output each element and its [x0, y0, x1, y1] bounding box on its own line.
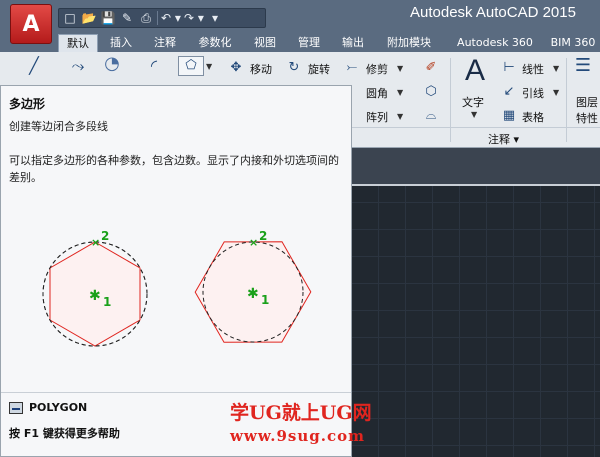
point-label-2-right: 2	[259, 229, 267, 243]
tab-output[interactable]: 输出	[334, 34, 372, 52]
text-label[interactable]: 文字	[462, 94, 484, 110]
center-marker: ✱	[247, 286, 259, 302]
linear-dimension-icon[interactable]: ⊢	[500, 60, 518, 76]
polyline-icon[interactable]: ⤳	[66, 58, 90, 74]
move-icon[interactable]: ✥	[228, 60, 244, 76]
quick-access-toolbar: □ 📂 💾 ✎ ⎙ ↶ ▾ ↷ ▾ ▾	[58, 8, 266, 28]
layer-properties-label-line2[interactable]: 特性	[576, 110, 598, 126]
linear-dropdown-icon[interactable]: ▼	[553, 64, 559, 73]
table-label[interactable]: 表格	[522, 109, 544, 125]
tab-bim-360[interactable]: BIM 360	[546, 34, 600, 52]
rotate-icon[interactable]: ↻	[286, 60, 302, 76]
tab-autodesk-360[interactable]: Autodesk 360	[450, 34, 540, 52]
tooltip-divider	[1, 392, 351, 393]
erase-icon[interactable]: ✐	[422, 60, 440, 76]
new-icon[interactable]: □	[62, 10, 78, 26]
linear-label[interactable]: 线性	[522, 61, 544, 77]
text-dropdown-icon[interactable]: ▼	[471, 110, 477, 119]
tooltip-command-name: POLYGON	[29, 401, 88, 414]
save-icon[interactable]: 💾	[100, 10, 116, 26]
explode-icon[interactable]: ⬡	[422, 84, 440, 100]
layer-properties-label-line1[interactable]: 图层	[576, 94, 598, 110]
watermark-title: 学UG就上UG网	[230, 402, 372, 424]
watermark: 学UG就上UG网 www.9sug.com	[230, 398, 390, 445]
save-as-icon[interactable]: ✎	[119, 10, 135, 26]
tab-annotate[interactable]: 注释	[146, 34, 184, 52]
point-label-2-left: 2	[101, 229, 109, 243]
undo-icon[interactable]: ↶ ▾	[161, 10, 181, 26]
command-icon	[9, 402, 23, 414]
array-label[interactable]: 阵列	[366, 109, 388, 125]
application-menu-button[interactable]: A	[10, 4, 52, 44]
vertex-marker: ×	[249, 236, 258, 249]
text-icon[interactable]: A	[460, 54, 490, 88]
title-bar: □ 📂 💾 ✎ ⎙ ↶ ▾ ↷ ▾ ▾ Autodesk AutoCAD 201…	[0, 0, 600, 32]
tooltip-subtitle: 创建等边闭合多段线	[9, 120, 108, 133]
fillet-label[interactable]: 圆角	[366, 85, 388, 101]
leader-label[interactable]: 引线	[522, 85, 544, 101]
trim-icon[interactable]: ⤚	[344, 60, 360, 76]
arc-icon[interactable]: ◜	[142, 58, 166, 74]
line-icon[interactable]: ╱	[22, 58, 46, 74]
polygon-dropdown-icon[interactable]: ▼	[206, 62, 212, 71]
circle-icon[interactable]: ◔	[98, 55, 126, 73]
polygon-icon[interactable]: ⬠	[178, 56, 204, 76]
customize-icon[interactable]: ▾	[207, 10, 223, 26]
tooltip-title: 多边形	[9, 97, 46, 111]
center-marker: ✱	[89, 288, 101, 304]
move-label[interactable]: 移动	[250, 61, 272, 77]
trim-label[interactable]: 修剪	[366, 61, 388, 77]
qat-divider	[157, 11, 158, 25]
window-title: Autodesk AutoCAD 2015	[410, 4, 576, 21]
trim-dropdown-icon[interactable]: ▼	[397, 64, 403, 73]
leader-icon[interactable]: ↙	[500, 84, 518, 100]
autocad-logo-icon: A	[22, 11, 40, 37]
tooltip-help-hint: 按 F1 键获得更多帮助	[9, 427, 120, 440]
point-label-1-right: 1	[261, 293, 269, 307]
layer-properties-icon[interactable]: ☰	[572, 57, 594, 75]
vertex-marker: ×	[91, 236, 100, 249]
tab-insert[interactable]: 插入	[102, 34, 140, 52]
print-icon[interactable]: ⎙	[138, 10, 154, 26]
polygon-diagram: × 2 ✱ 1 × 2 ✱ 1	[42, 229, 312, 347]
ribbon-panel-footer	[352, 127, 600, 147]
tab-addins[interactable]: 附加模块	[378, 34, 440, 52]
tab-manage[interactable]: 管理	[290, 34, 328, 52]
tooltip-description: 可以指定多边形的各种参数，包含边数。显示了内接和外切选项间的差别。	[9, 154, 339, 184]
annotation-panel-label: 注释	[488, 133, 510, 146]
tab-default[interactable]: 默认	[58, 34, 98, 52]
open-icon[interactable]: 📂	[81, 10, 97, 26]
annotation-panel-title[interactable]: 注释 ▾	[488, 131, 519, 147]
tab-view[interactable]: 视图	[246, 34, 284, 52]
tab-parametric[interactable]: 参数化	[190, 34, 240, 52]
point-label-1-left: 1	[103, 295, 111, 309]
leader-dropdown-icon[interactable]: ▼	[553, 88, 559, 97]
file-tab-strip	[352, 148, 600, 186]
table-icon[interactable]: ▦	[500, 108, 518, 124]
ribbon-tabs: 默认 插入 注释 参数化 视图 管理 输出 附加模块 Autodesk 360 …	[0, 32, 600, 52]
redo-icon[interactable]: ↷ ▾	[184, 10, 204, 26]
rotate-label[interactable]: 旋转	[308, 61, 330, 77]
array-dropdown-icon[interactable]: ▼	[397, 112, 403, 121]
offset-icon[interactable]: ⌓	[422, 108, 440, 124]
fillet-dropdown-icon[interactable]: ▼	[397, 88, 403, 97]
watermark-url: www.9sug.com	[230, 427, 365, 445]
